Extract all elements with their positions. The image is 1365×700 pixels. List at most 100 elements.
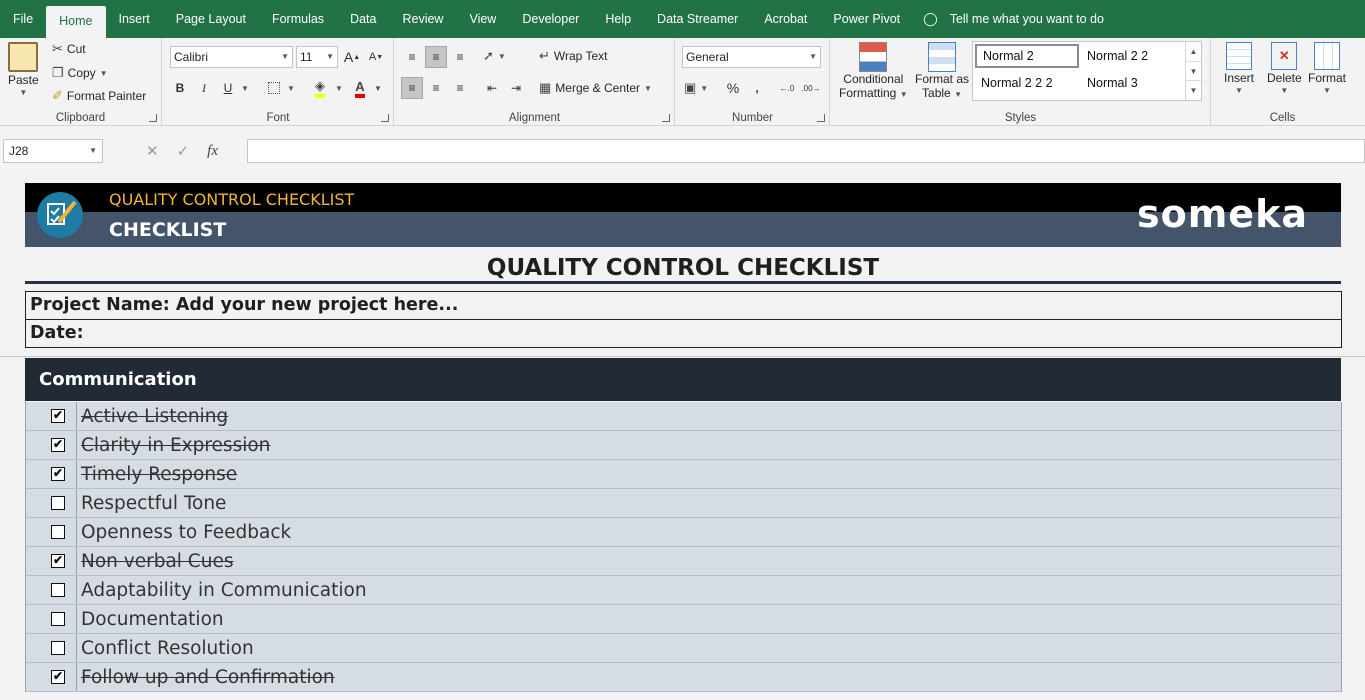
insert-cells-button[interactable]: Insert ▼ <box>1224 42 1254 95</box>
tab-help[interactable]: Help <box>592 0 644 38</box>
checkbox-unchecked[interactable] <box>51 612 65 626</box>
dialog-launcher-icon[interactable] <box>662 114 670 122</box>
formula-input[interactable] <box>247 139 1365 163</box>
style-normal-2[interactable]: Normal 2 <box>975 44 1079 68</box>
font-size-select[interactable]: 11 ▼ <box>296 46 338 68</box>
style-normal-2-2[interactable]: Normal 2 2 <box>1081 46 1154 66</box>
scroll-up-icon[interactable]: ▲ <box>1186 42 1201 61</box>
worksheet[interactable]: QUALITY CONTROL CHECKLIST CHECKLIST some… <box>0 172 1365 700</box>
style-normal-2-2-2[interactable]: Normal 2 2 2 <box>975 73 1059 93</box>
tab-review[interactable]: Review <box>389 0 456 38</box>
name-box[interactable]: J28 ▼ <box>3 139 103 163</box>
checkbox-checked[interactable]: ✔ <box>51 409 65 423</box>
accounting-format-button[interactable]: ▣ ▼ <box>684 80 708 96</box>
copy-button[interactable]: ❐ Copy ▼ <box>52 65 108 81</box>
shrink-font-button[interactable]: A ▼ <box>365 46 387 68</box>
tab-file[interactable]: File <box>0 0 46 38</box>
percent-style-button[interactable]: % <box>722 77 744 99</box>
style-normal-3[interactable]: Normal 3 <box>1081 73 1144 93</box>
font-name-select[interactable]: Calibri ▼ <box>170 46 293 68</box>
styles-gallery-scroll[interactable]: ▲ ▼ ▼ <box>1185 42 1201 100</box>
chevron-down-icon[interactable]: ▼ <box>335 84 343 93</box>
checkbox-checked[interactable]: ✔ <box>51 670 65 684</box>
date-cell[interactable]: Date: <box>25 319 1342 348</box>
tab-developer[interactable]: Developer <box>509 0 592 38</box>
orientation-button[interactable]: ➚ ▼ <box>483 48 506 64</box>
checklist-row[interactable]: Documentation <box>25 605 1342 634</box>
increase-decimal-button[interactable]: ←.0 <box>776 77 798 99</box>
project-name-cell[interactable]: Project Name: Add your new project here.… <box>25 291 1342 320</box>
underline-button[interactable]: U <box>217 77 239 99</box>
checkbox-checked[interactable]: ✔ <box>51 467 65 481</box>
tab-page-layout[interactable]: Page Layout <box>163 0 259 38</box>
delete-cells-icon: ✕ <box>1271 42 1298 70</box>
checklist-row[interactable]: Respectful Tone <box>25 489 1342 518</box>
more-styles-icon[interactable]: ▼ <box>1186 80 1201 99</box>
grow-font-button[interactable]: A ▲ <box>341 46 363 68</box>
fill-color-button[interactable]: ◈ <box>309 77 331 99</box>
delete-cells-button[interactable]: ✕ Delete ▼ <box>1267 42 1302 95</box>
dialog-launcher-icon[interactable] <box>149 114 157 122</box>
format-painter-button[interactable]: ✐ Format Painter <box>52 88 146 104</box>
merge-center-button[interactable]: ▦ Merge & Center ▼ <box>539 80 652 96</box>
chevron-down-icon[interactable]: ▼ <box>241 84 249 93</box>
checkbox-unchecked[interactable] <box>51 525 65 539</box>
chevron-down-icon[interactable]: ▼ <box>287 84 295 93</box>
font-color-button[interactable]: A <box>349 77 371 99</box>
checklist-row[interactable]: ✔ Active Listening <box>25 402 1342 431</box>
tab-home[interactable]: Home <box>46 6 106 38</box>
borders-button[interactable] <box>263 77 285 99</box>
table-icon <box>928 42 956 72</box>
insert-function-icon[interactable]: fx <box>207 143 218 160</box>
tab-view[interactable]: View <box>456 0 509 38</box>
checklist-row[interactable]: ✔ Follow up and Confirmation <box>25 663 1342 692</box>
checkbox-checked[interactable]: ✔ <box>51 438 65 452</box>
checkbox-unchecked[interactable] <box>51 496 65 510</box>
decrease-decimal-button[interactable]: .00→ <box>800 77 822 99</box>
tab-data[interactable]: Data <box>337 0 389 38</box>
checklist-row[interactable]: Openness to Feedback <box>25 518 1342 547</box>
checkbox-checked[interactable]: ✔ <box>51 554 65 568</box>
align-center-button[interactable]: ≡ <box>425 77 447 99</box>
tab-formulas[interactable]: Formulas <box>259 0 337 38</box>
align-middle-button[interactable]: ≡ <box>425 46 447 68</box>
align-top-button[interactable]: ≡ <box>401 46 423 68</box>
tab-power-pivot[interactable]: Power Pivot <box>820 0 913 38</box>
number-format-select[interactable]: General ▼ <box>682 46 821 68</box>
enter-icon[interactable]: ✓ <box>177 142 190 160</box>
tab-insert[interactable]: Insert <box>106 0 163 38</box>
chevron-down-icon: ▼ <box>19 88 28 97</box>
checklist-row[interactable]: ✔ Clarity in Expression <box>25 431 1342 460</box>
decrease-indent-button[interactable]: ⇤ <box>481 77 503 99</box>
comma-style-button[interactable]: , <box>746 77 768 99</box>
scroll-down-icon[interactable]: ▼ <box>1186 61 1201 80</box>
paste-button[interactable]: Paste ▼ <box>8 42 39 97</box>
chevron-down-icon[interactable]: ▼ <box>374 84 382 93</box>
checkbox-cell: ✔ <box>26 460 77 488</box>
align-right-button[interactable]: ≡ <box>449 77 471 99</box>
format-cells-button[interactable]: Format ▼ <box>1308 42 1346 95</box>
align-left-button[interactable]: ≡ <box>401 77 423 99</box>
conditional-formatting-button[interactable]: Conditional Formatting ▼ <box>839 42 908 100</box>
cancel-icon[interactable]: ✕ <box>146 142 159 160</box>
tab-data-streamer[interactable]: Data Streamer <box>644 0 751 38</box>
format-as-table-button[interactable]: Format as Table ▼ <box>915 42 969 100</box>
increase-indent-button[interactable]: ⇥ <box>505 77 527 99</box>
checklist-row[interactable]: ✔ Non verbal Cues <box>25 547 1342 576</box>
dialog-launcher-icon[interactable] <box>817 114 825 122</box>
cut-button[interactable]: ✂ Cut <box>52 41 86 57</box>
align-bottom-button[interactable]: ≡ <box>449 46 471 68</box>
checklist-row[interactable]: Adaptability in Communication <box>25 576 1342 605</box>
checklist-row[interactable]: ✔ Timely Response <box>25 460 1342 489</box>
checkbox-unchecked[interactable] <box>51 583 65 597</box>
bold-button[interactable]: B <box>169 77 191 99</box>
dialog-launcher-icon[interactable] <box>381 114 389 122</box>
format-as-label-2: Table ▼ <box>922 86 962 100</box>
checkbox-unchecked[interactable] <box>51 641 65 655</box>
tab-acrobat[interactable]: Acrobat <box>751 0 820 38</box>
tell-me-search[interactable]: ◯ Tell me what you want to do <box>913 0 1117 38</box>
italic-button[interactable]: I <box>193 77 215 99</box>
format-as-label-1: Format as <box>915 72 970 86</box>
checklist-row[interactable]: Conflict Resolution <box>25 634 1342 663</box>
wrap-text-button[interactable]: ↵ Wrap Text <box>539 48 607 64</box>
